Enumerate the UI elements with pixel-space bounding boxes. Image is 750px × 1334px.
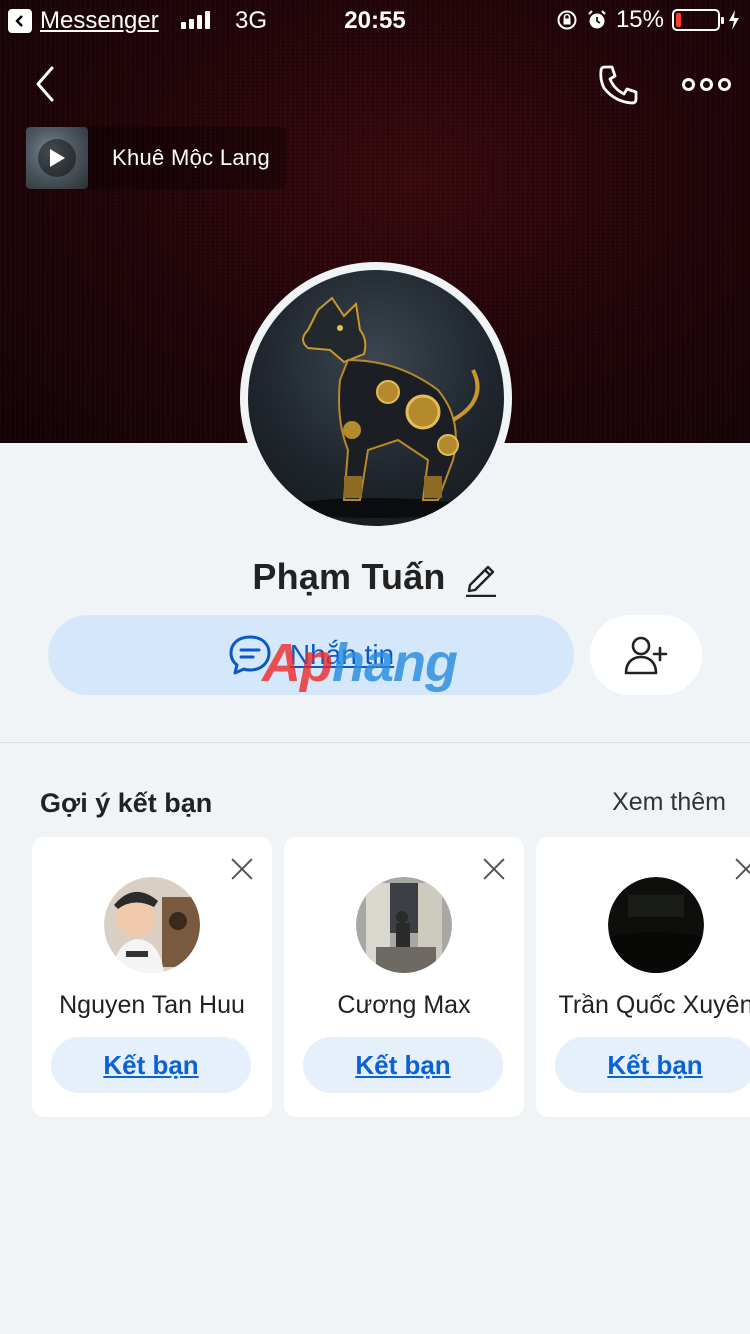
message-button[interactable]: Nhắn tin: [48, 615, 574, 695]
battery-percent: 15%: [615, 6, 664, 33]
rotation-lock-icon: [557, 10, 577, 30]
section-divider: [0, 742, 750, 743]
alarm-icon: [588, 10, 606, 29]
back-button[interactable]: [30, 64, 66, 104]
status-bar: Messenger 3G 20:55 15%: [0, 0, 750, 42]
see-more-link[interactable]: Xem thêm: [612, 788, 726, 817]
chevron-left-icon: [36, 66, 54, 102]
pencil-icon[interactable]: [462, 557, 498, 597]
phone-icon: [599, 65, 638, 105]
call-button[interactable]: [596, 62, 642, 108]
add-friend-suggestion-button[interactable]: Kết bạn: [303, 1037, 503, 1093]
message-button-label: Nhắn tin: [289, 639, 395, 670]
music-title: Khuê Mộc Lang: [112, 145, 271, 170]
profile-avatar[interactable]: [240, 262, 512, 534]
charging-icon: [729, 10, 739, 30]
more-dots-icon: [682, 77, 695, 91]
music-thumbnail: [26, 127, 88, 189]
suggestion-card[interactable]: Nguyen Tan Huu Kết bạn: [32, 837, 272, 1117]
profile-music[interactable]: Khuê Mộc Lang: [26, 127, 287, 189]
play-icon: [50, 149, 65, 167]
dismiss-icon[interactable]: [734, 857, 750, 881]
avatar-image: [286, 296, 480, 518]
suggestions-title: Gợi ý kết bạn: [40, 788, 213, 818]
battery-icon: [672, 9, 724, 31]
suggestion-avatar: [104, 877, 200, 973]
suggestion-name: Cương Max: [337, 991, 471, 1019]
suggestion-avatar: [608, 877, 704, 973]
suggestion-name: Nguyen Tan Huu: [59, 991, 245, 1019]
dismiss-icon[interactable]: [482, 857, 506, 881]
chat-bubble-icon: [229, 635, 271, 675]
add-friend-suggestion-button[interactable]: Kết bạn: [555, 1037, 750, 1093]
profile-name-row: Phạm Tuấn: [0, 553, 750, 601]
suggestion-avatar: [356, 877, 452, 973]
add-friend-suggestion-button[interactable]: Kết bạn: [51, 1037, 251, 1093]
profile-name: Phạm Tuấn: [252, 556, 446, 597]
suggestion-card[interactable]: Cương Max Kết bạn: [284, 837, 524, 1117]
suggestion-card[interactable]: Trần Quốc Xuyên Kết bạn: [536, 837, 750, 1117]
add-friend-button[interactable]: [590, 615, 702, 695]
more-options-button[interactable]: [682, 72, 732, 96]
suggestion-name: Trần Quốc Xuyên: [558, 991, 750, 1019]
dismiss-icon[interactable]: [230, 857, 254, 881]
add-user-icon: [624, 636, 668, 675]
